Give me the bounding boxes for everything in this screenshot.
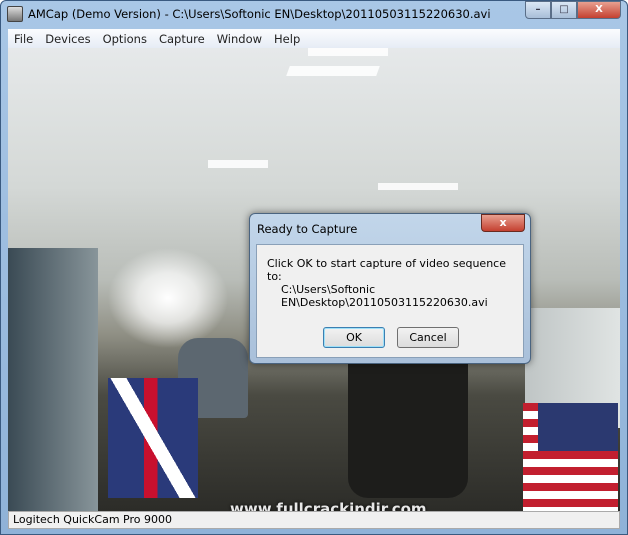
- menu-bar: File Devices Options Capture Window Help: [8, 29, 620, 48]
- minimize-button[interactable]: –: [525, 1, 551, 19]
- maximize-button[interactable]: □: [551, 1, 577, 19]
- capture-path-line: C:\Users\Softonic: [281, 283, 376, 296]
- ok-button[interactable]: OK: [323, 327, 385, 348]
- dialog-body: Click OK to start capture of video seque…: [256, 244, 524, 358]
- ceiling-light: [286, 66, 380, 76]
- menu-file[interactable]: File: [8, 32, 39, 46]
- menu-devices[interactable]: Devices: [39, 32, 96, 46]
- ceiling-light: [208, 160, 268, 168]
- status-bar: Logitech QuickCam Pro 9000: [8, 511, 620, 529]
- us-flag: [523, 403, 618, 511]
- menu-window[interactable]: Window: [211, 32, 268, 46]
- cancel-button[interactable]: Cancel: [397, 327, 459, 348]
- dialog-close-button[interactable]: x: [481, 214, 525, 232]
- menu-options[interactable]: Options: [97, 32, 153, 46]
- dialog-title: Ready to Capture: [257, 222, 358, 236]
- close-button[interactable]: X: [577, 1, 621, 19]
- menu-capture[interactable]: Capture: [153, 32, 211, 46]
- menu-help[interactable]: Help: [268, 32, 306, 46]
- title-bar[interactable]: AMCap (Demo Version) - C:\Users\Softonic…: [1, 1, 627, 27]
- capture-path-line: EN\Desktop\20110503115220630.avi: [281, 296, 488, 309]
- camera-app-icon[interactable]: [7, 6, 23, 22]
- dialog-message: Click OK to start capture of video seque…: [267, 257, 506, 283]
- ready-to-capture-dialog: Ready to Capture x Click OK to start cap…: [249, 213, 531, 364]
- capture-path: C:\Users\Softonic EN\Desktop\20110503115…: [281, 283, 501, 309]
- ceiling-light: [378, 183, 458, 190]
- window-title: AMCap (Demo Version) - C:\Users\Softonic…: [28, 7, 491, 21]
- uk-flag: [108, 378, 198, 498]
- ceiling-light: [308, 48, 388, 56]
- watermark: www.fullcrackindir.com: [230, 500, 427, 511]
- partition-wall: [8, 248, 98, 511]
